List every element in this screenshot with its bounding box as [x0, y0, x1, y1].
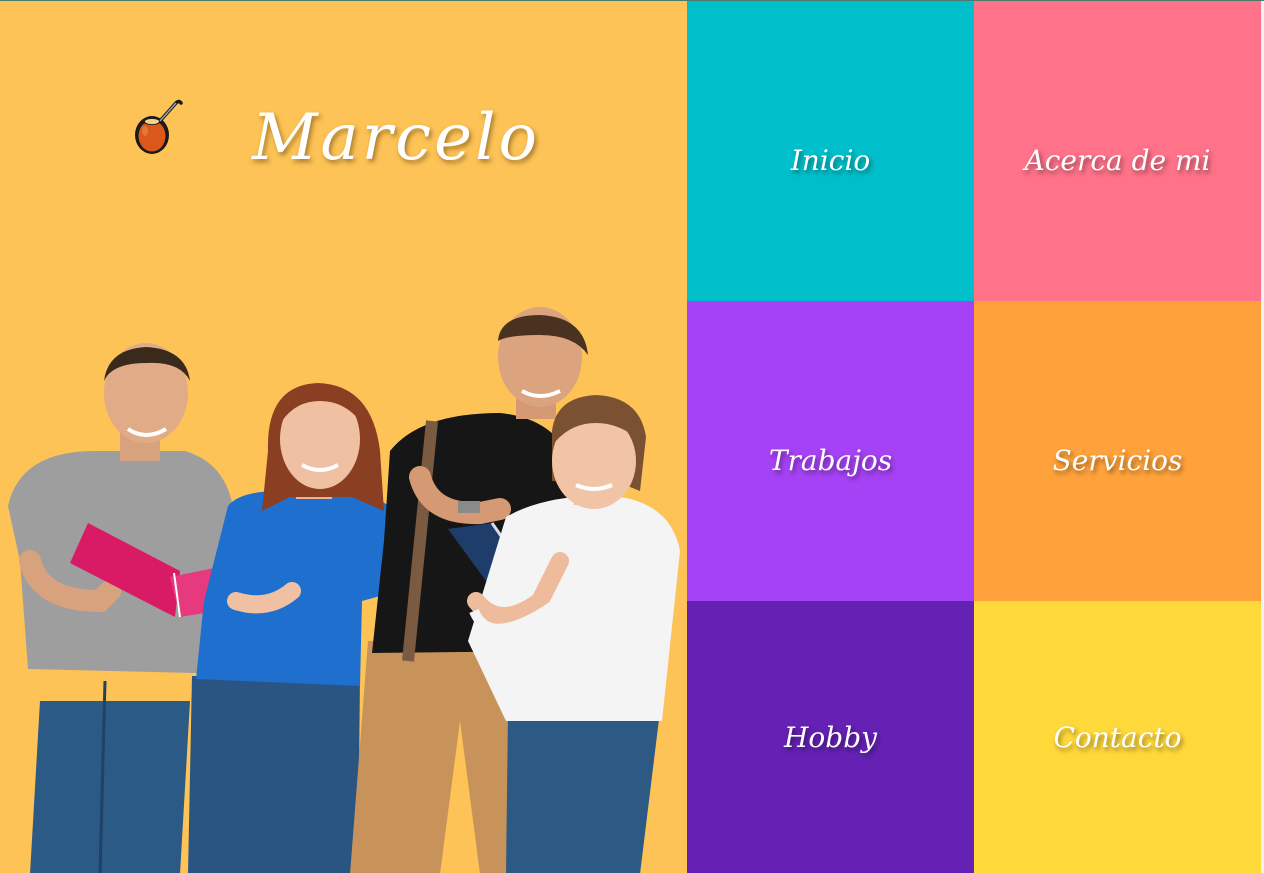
nav-label-inicio: Inicio [790, 143, 871, 177]
nav-tile-trabajos[interactable]: Trabajos [687, 301, 974, 601]
nav-label-contacto: Contacto [1053, 721, 1182, 754]
page: Marcelo Inicio Acerca de mi Trabajos Ser… [0, 0, 1264, 873]
nav-tile-contacto[interactable]: Contacto [974, 601, 1261, 873]
nav-label-hobby: Hobby [784, 721, 877, 754]
students-group-photo [8, 307, 680, 873]
site-title[interactable]: Marcelo [252, 101, 540, 175]
nav-tile-hobby[interactable]: Hobby [687, 601, 974, 873]
nav-tile-inicio[interactable]: Inicio [687, 1, 974, 301]
mate-gourd-icon [135, 99, 183, 154]
nav-tile-acerca-de-mi[interactable]: Acerca de mi [974, 1, 1261, 301]
nav-label-acerca-de-mi: Acerca de mi [1024, 143, 1211, 177]
nav-tile-servicios[interactable]: Servicios [974, 301, 1261, 601]
hero-panel: Marcelo [0, 1, 687, 873]
nav-label-trabajos: Trabajos [768, 443, 893, 477]
nav-label-servicios: Servicios [1052, 443, 1183, 477]
nav-grid: Inicio Acerca de mi Trabajos Servicios H… [687, 1, 1261, 873]
